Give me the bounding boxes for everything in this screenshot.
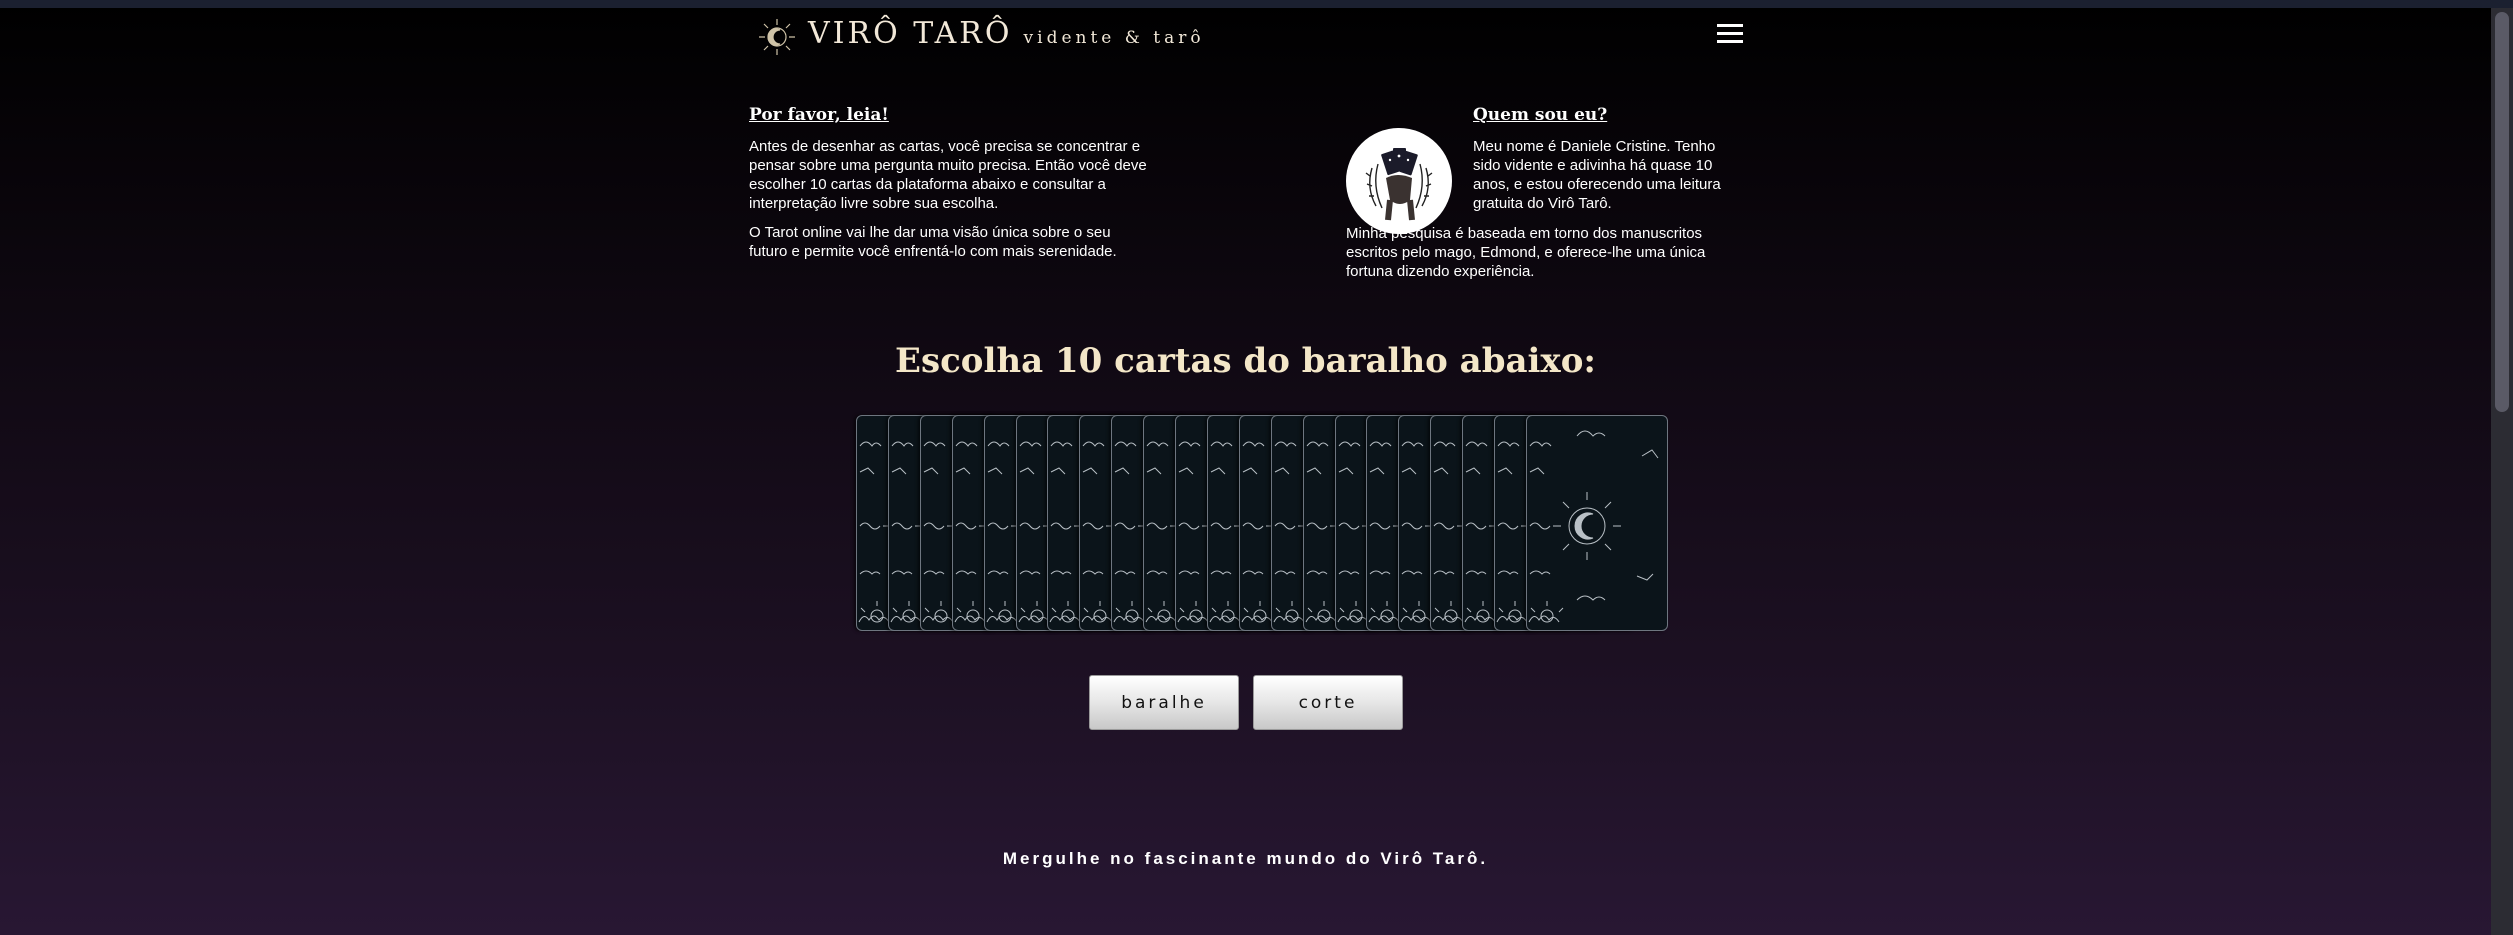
about-section-tail: Minha pesquisa é baseada em torno dos ma… xyxy=(1346,224,1734,291)
top-border xyxy=(0,0,2513,8)
cut-button[interactable]: corte xyxy=(1253,675,1403,730)
brand-tagline: vidente & tarô xyxy=(1023,28,1205,48)
about-section-head: Quem sou eu? Meu nome é Daniele Cristine… xyxy=(1473,105,1733,223)
sun-moon-card-back-icon xyxy=(1528,430,1659,623)
hand-holding-cards-icon xyxy=(1346,128,1452,234)
shuffle-button[interactable]: baralhe xyxy=(1089,675,1239,730)
about-paragraph-1: Meu nome é Daniele Cristine. Tenho sido … xyxy=(1473,138,1721,212)
about-paragraph-2: Minha pesquisa é baseada em torno dos ma… xyxy=(1346,225,1706,280)
about-title: Quem sou eu? xyxy=(1473,105,1608,125)
sun-moon-icon[interactable] xyxy=(756,16,798,58)
tarot-deck xyxy=(856,415,1668,633)
scrollbar-thumb[interactable] xyxy=(2495,12,2509,412)
intro-paragraph-2: O Tarot online vai lhe dar uma visão úni… xyxy=(749,224,1117,260)
intro-paragraph-1: Antes de desenhar as cartas, você precis… xyxy=(749,138,1147,212)
brand-name: VIRÔ TARÔ xyxy=(808,16,1013,51)
hamburger-menu-icon[interactable] xyxy=(1714,18,1746,50)
tarot-card[interactable] xyxy=(1525,415,1668,631)
vertical-scrollbar[interactable] xyxy=(2491,8,2513,935)
intro-title: Por favor, leia! xyxy=(749,105,889,125)
intro-section: Por favor, leia! Antes de desenhar as ca… xyxy=(749,105,1149,271)
footer-text: Mergulhe no fascinante mundo do Virô Tar… xyxy=(1002,849,1489,868)
deck-title: Escolha 10 cartas do baralho abaixo: xyxy=(895,341,1596,381)
site-header: VIRÔ TARÔ vidente & tarô xyxy=(748,12,1748,64)
brand-logo-text[interactable]: VIRÔ TARÔ vidente & tarô xyxy=(808,16,1205,51)
